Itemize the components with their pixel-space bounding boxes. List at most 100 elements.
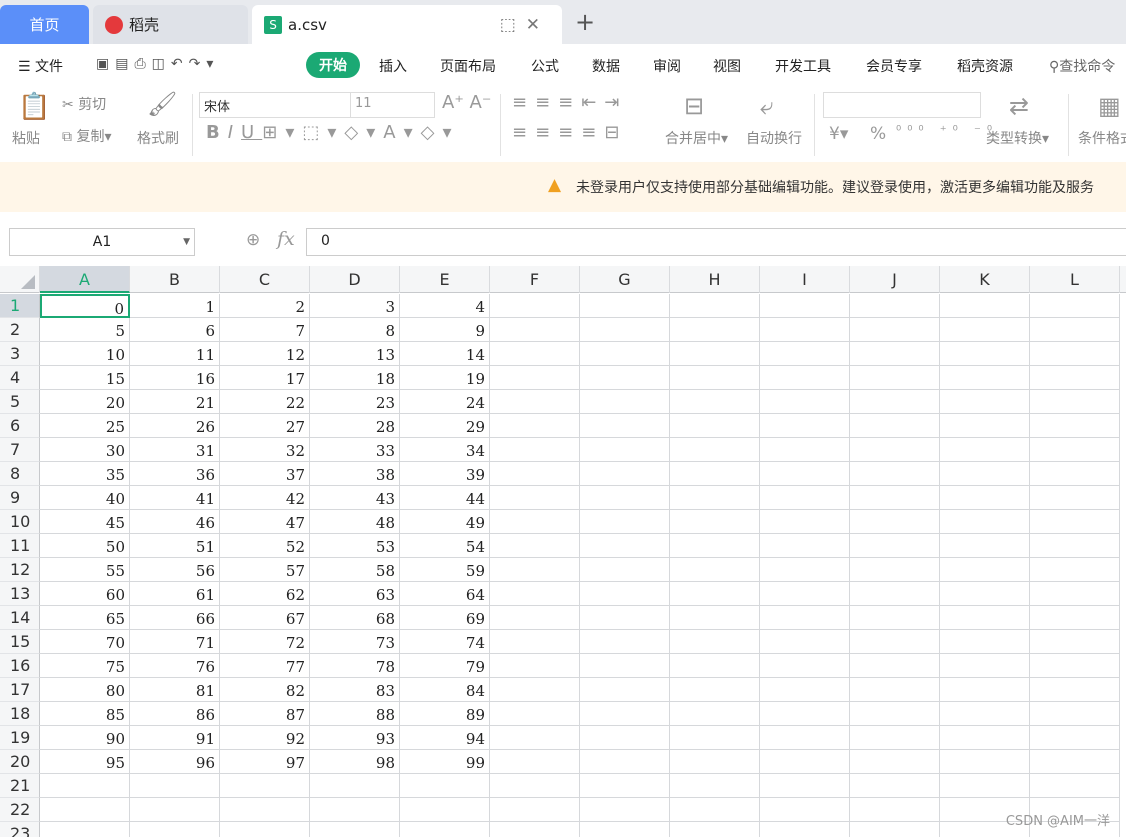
cell[interactable] — [850, 294, 940, 318]
cell[interactable] — [760, 582, 850, 606]
cell[interactable]: 19 — [400, 366, 490, 390]
select-all-corner[interactable] — [0, 266, 40, 293]
cell[interactable]: 0 — [40, 294, 130, 318]
cell[interactable] — [580, 630, 670, 654]
row-header[interactable]: 14 — [0, 606, 40, 630]
tab-daoke[interactable]: 稻壳 — [93, 5, 248, 44]
cell[interactable] — [670, 678, 760, 702]
cell[interactable] — [1030, 654, 1120, 678]
cell[interactable] — [130, 774, 220, 798]
cell[interactable] — [850, 798, 940, 822]
cell[interactable]: 90 — [40, 726, 130, 750]
cell[interactable]: 47 — [220, 510, 310, 534]
row-header[interactable]: 6 — [0, 414, 40, 438]
cell[interactable]: 50 — [40, 534, 130, 558]
cell[interactable] — [490, 774, 580, 798]
cell[interactable] — [580, 438, 670, 462]
column-header[interactable]: L — [1030, 266, 1120, 293]
column-header[interactable]: B — [130, 266, 220, 293]
cell[interactable]: 44 — [400, 486, 490, 510]
cell[interactable] — [1030, 342, 1120, 366]
number-format-select[interactable] — [823, 92, 981, 118]
cell[interactable]: 79 — [400, 654, 490, 678]
cell[interactable]: 49 — [400, 510, 490, 534]
cell[interactable]: 5 — [40, 318, 130, 342]
cell[interactable] — [1030, 726, 1120, 750]
cell[interactable] — [940, 606, 1030, 630]
cell[interactable] — [670, 654, 760, 678]
cell[interactable] — [490, 822, 580, 837]
cell[interactable]: 42 — [220, 486, 310, 510]
cell[interactable]: 66 — [130, 606, 220, 630]
cell[interactable] — [670, 462, 760, 486]
cell[interactable] — [580, 414, 670, 438]
cell[interactable]: 75 — [40, 654, 130, 678]
cell[interactable] — [940, 414, 1030, 438]
cell[interactable]: 82 — [220, 678, 310, 702]
menu-item-review[interactable]: 审阅 — [653, 56, 681, 76]
cell[interactable] — [670, 582, 760, 606]
cell[interactable] — [760, 606, 850, 630]
row-header[interactable]: 13 — [0, 582, 40, 606]
menu-item-page-layout[interactable]: 页面布局 — [440, 56, 496, 76]
cell[interactable]: 98 — [310, 750, 400, 774]
cell[interactable] — [850, 534, 940, 558]
cell[interactable]: 6 — [130, 318, 220, 342]
cell[interactable] — [490, 798, 580, 822]
cell[interactable] — [490, 366, 580, 390]
pin-icon[interactable]: ⬚ — [500, 15, 526, 35]
cell[interactable]: 12 — [220, 342, 310, 366]
cell[interactable] — [760, 342, 850, 366]
cell[interactable] — [760, 774, 850, 798]
cell[interactable]: 48 — [310, 510, 400, 534]
cell[interactable] — [850, 462, 940, 486]
cell[interactable] — [310, 798, 400, 822]
cell[interactable] — [310, 774, 400, 798]
cell[interactable] — [1030, 558, 1120, 582]
cell[interactable]: 69 — [400, 606, 490, 630]
cell[interactable]: 36 — [130, 462, 220, 486]
cell[interactable] — [850, 702, 940, 726]
cell[interactable]: 4 — [400, 294, 490, 318]
column-header[interactable]: A — [40, 266, 130, 293]
cell[interactable] — [850, 510, 940, 534]
menu-item-formula[interactable]: 公式 — [531, 56, 559, 76]
font-size-select[interactable]: 11 — [350, 92, 435, 118]
cell[interactable]: 87 — [220, 702, 310, 726]
cell[interactable] — [760, 534, 850, 558]
cell[interactable] — [1030, 750, 1120, 774]
cell[interactable] — [130, 798, 220, 822]
cell[interactable] — [850, 630, 940, 654]
cell[interactable]: 51 — [130, 534, 220, 558]
cell[interactable] — [760, 366, 850, 390]
cell[interactable] — [850, 366, 940, 390]
cell[interactable]: 25 — [40, 414, 130, 438]
cell[interactable] — [850, 558, 940, 582]
cell[interactable]: 54 — [400, 534, 490, 558]
cell[interactable]: 46 — [130, 510, 220, 534]
cell[interactable]: 41 — [130, 486, 220, 510]
cell[interactable]: 83 — [310, 678, 400, 702]
cell[interactable] — [580, 486, 670, 510]
type-convert-button[interactable]: 类型转换▾ — [986, 128, 1049, 148]
menu-item-view[interactable]: 视图 — [713, 56, 741, 76]
cell[interactable] — [940, 774, 1030, 798]
cell[interactable] — [1030, 582, 1120, 606]
cell[interactable] — [490, 702, 580, 726]
cell[interactable] — [940, 582, 1030, 606]
cell[interactable]: 52 — [220, 534, 310, 558]
cell[interactable]: 2 — [220, 294, 310, 318]
wrap-text-button[interactable]: 自动换行 — [746, 128, 802, 148]
cell[interactable] — [1030, 702, 1120, 726]
cell[interactable] — [850, 678, 940, 702]
row-header[interactable]: 2 — [0, 318, 40, 342]
cell[interactable] — [850, 438, 940, 462]
cell[interactable] — [40, 798, 130, 822]
row-header[interactable]: 7 — [0, 438, 40, 462]
cell[interactable] — [850, 318, 940, 342]
zoom-icon[interactable]: ⊕ — [246, 230, 260, 250]
cell[interactable]: 22 — [220, 390, 310, 414]
cell[interactable] — [1030, 534, 1120, 558]
cell[interactable] — [490, 558, 580, 582]
cell[interactable]: 8 — [310, 318, 400, 342]
